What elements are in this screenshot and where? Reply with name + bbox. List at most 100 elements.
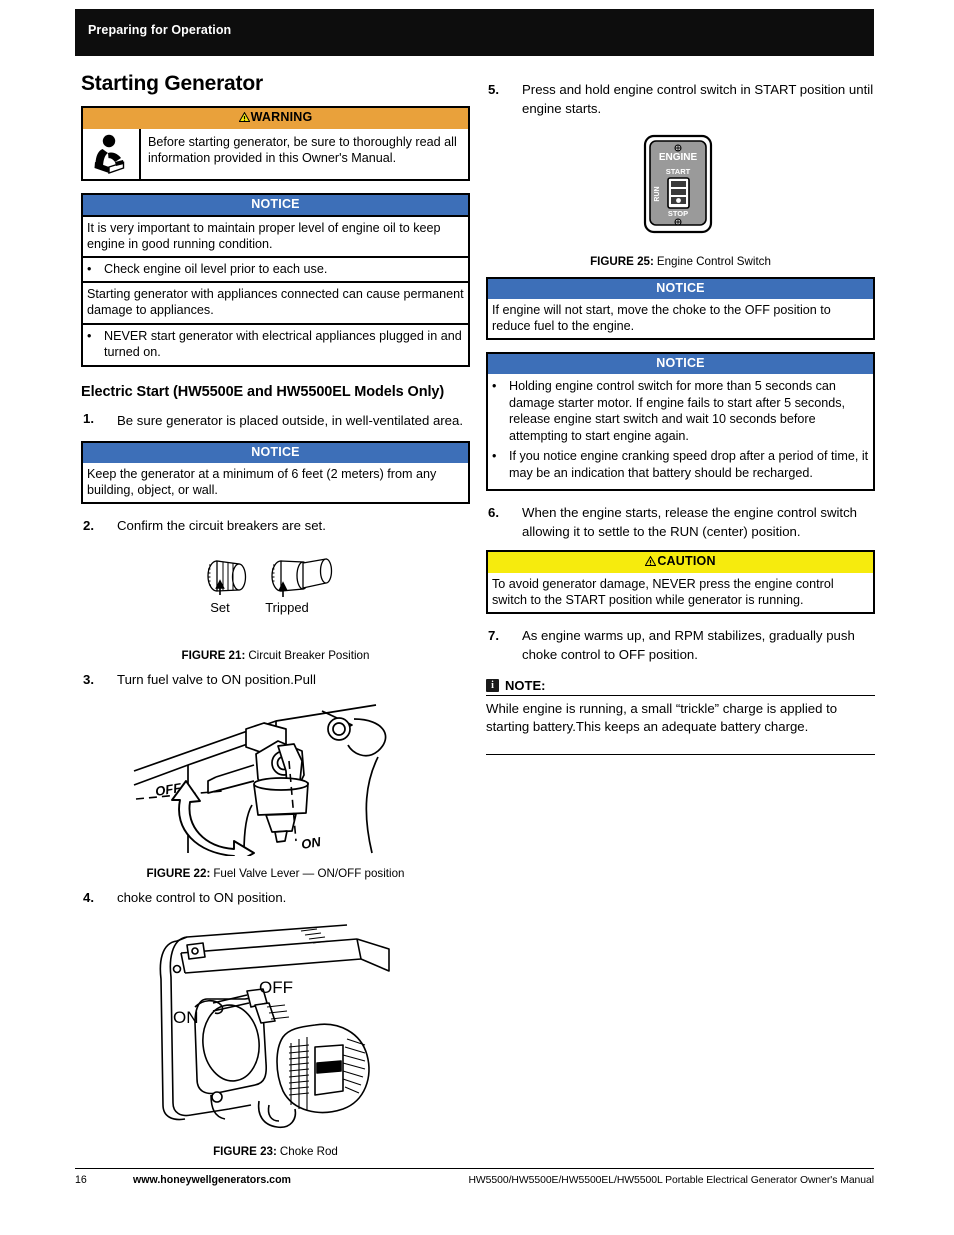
notice-oil-text-1: It is very important to maintain proper … <box>87 220 441 251</box>
footer-divider <box>75 1168 874 1169</box>
notice-holding-bullet-text-1: Holding engine control switch for more t… <box>509 379 846 443</box>
engine-control-switch-illustration: ENGINE START RUN STOP <box>643 135 712 234</box>
warning-label: WARNING <box>250 110 313 124</box>
figure-22-caption: FIGURE 22: Fuel Valve Lever — ON/OFF posi… <box>81 867 470 880</box>
notice-oil-bullet-text-2: NEVER start generator with electrical ap… <box>104 328 462 360</box>
step-7-number: 7. <box>488 627 499 643</box>
warning-box-header: WARNING <box>83 108 468 129</box>
warning-text: Before starting generator, be sure to th… <box>148 134 457 166</box>
notice-holding-header: NOTICE <box>488 354 873 374</box>
engine-stop-label: STOP <box>667 209 687 218</box>
info-icon: i <box>486 679 499 693</box>
figure-25: ENGINE START RUN STOP FIGURE 25: Engine C… <box>486 132 875 268</box>
bullet-marker: • <box>492 449 497 464</box>
figure-21-text: Circuit Breaker Position <box>248 648 370 662</box>
warning-triangle-icon <box>238 111 251 126</box>
page-header-bar: Preparing for Operation <box>75 9 874 56</box>
notice-oil-row: • NEVER start generator with electrical … <box>83 322 468 365</box>
breaker-tripped-label: Tripped <box>265 600 309 615</box>
fuel-valve-on-label: ON <box>300 834 322 852</box>
figure-25-text: Engine Control Switch <box>656 255 771 269</box>
step-3-text: Turn fuel valve to ON position.Pull <box>117 671 316 687</box>
bullet-marker: • <box>87 261 92 276</box>
page-title: Starting Generator <box>81 72 263 95</box>
step-2: 2. Confirm the circuit breakers are set. <box>81 516 470 535</box>
page-number: 16 <box>75 1174 87 1186</box>
figure-22-number: FIGURE 22: <box>146 866 211 880</box>
notice-oil-header: NOTICE <box>83 194 468 215</box>
engine-run-label: RUN <box>654 187 661 202</box>
page-header-title: Preparing for Operation <box>88 23 232 37</box>
step-4-text: choke control to ON position. <box>117 889 287 905</box>
figure-22-text: Fuel Valve Lever — ON/OFF position <box>213 866 405 880</box>
caution-box-header: CAUTION <box>488 551 873 573</box>
step-1: 1. Be sure generator is placed outside, … <box>81 409 470 432</box>
notice-holding-bullet-2: • If you notice engine cranking speed dr… <box>492 447 869 483</box>
right-column: 5. Press and hold engine control switch … <box>486 72 875 755</box>
warning-box: WARNING Before starting generator, be su… <box>81 106 470 181</box>
figure-25-caption: FIGURE 25: Engine Control Switch <box>486 255 875 268</box>
fuel-valve-illustration: OFF ON <box>133 703 386 865</box>
notice-oil-text-2: Starting generator with appliances conne… <box>87 287 464 318</box>
step-6-text: When the engine starts, release the engi… <box>522 504 858 539</box>
note-label: NOTE: <box>505 678 546 694</box>
page-footer: 16 www.honeywellgenerators.com HW5500/HW… <box>75 1168 874 1186</box>
choke-off-label: OFF <box>259 978 293 997</box>
step-5-number: 5. <box>488 82 499 97</box>
left-column: Starting Generator WARNING Before starti… <box>81 72 470 1164</box>
caution-box: CAUTION To avoid generator damage, NEVER… <box>486 549 875 614</box>
notice-holding-box: NOTICE • Holding engine control switch f… <box>486 352 875 491</box>
notice-oil-box: NOTICE It is very important to maintain … <box>81 192 470 367</box>
figure-23-number: FIGURE 23: <box>213 1144 277 1158</box>
warning-box-body: Before starting generator, be sure to th… <box>83 128 468 179</box>
breaker-set-label: Set <box>210 600 230 615</box>
notice-holding-bullet-1: • Holding engine control switch for more… <box>492 377 869 447</box>
engine-panel-title: ENGINE <box>658 152 697 163</box>
caution-text: To avoid generator damage, NEVER press t… <box>492 576 834 607</box>
figure-23-caption: FIGURE 23: Choke Rod <box>81 1145 470 1158</box>
figure-21-number: FIGURE 21: <box>181 648 246 662</box>
figure-25-number: FIGURE 25: <box>590 255 654 269</box>
bullet-marker: • <box>87 328 92 343</box>
notice-oil-bullet-text-1: Check engine oil level prior to each use… <box>104 261 328 276</box>
engine-start-label: START <box>665 167 690 176</box>
notice-choke-box: NOTICE If engine will not start, move th… <box>486 277 875 341</box>
notice-holding-bullet-text-2: If you notice engine cranking speed drop… <box>509 449 869 481</box>
caution-triangle-icon <box>644 555 657 570</box>
step-4: 4. choke control to ON position. <box>81 888 470 907</box>
step-1-number: 1. <box>83 411 94 427</box>
step-3-number: 3. <box>83 671 94 687</box>
notice-distance-box: NOTICE Keep the generator at a minimum o… <box>81 441 470 505</box>
step-6: 6. When the engine starts, release the e… <box>486 503 875 541</box>
bullet-marker: • <box>492 379 497 393</box>
figure-23-text: Choke Rod <box>279 1144 338 1158</box>
manual-page: Preparing for Operation Starting Generat… <box>0 0 954 1235</box>
subsection-title: Electric Start (HW5500E and HW5500EL Mod… <box>81 383 445 400</box>
footer-manual-title: HW5500/HW5500E/HW5500EL/HW5500L Portable… <box>468 1175 874 1186</box>
step-2-text: Confirm the circuit breakers are set. <box>117 518 326 534</box>
note-header: i NOTE: <box>486 678 875 697</box>
figure-21-caption: FIGURE 21: Circuit Breaker Position <box>81 649 470 662</box>
read-manual-icon <box>94 134 125 174</box>
warning-icon-cell <box>83 128 141 179</box>
figure-21: Set Tripped FIGURE 21: Circuit Breaker Po… <box>81 548 470 662</box>
step-1-text: Be sure generator is placed outside, in … <box>117 413 464 429</box>
notice-distance-header: NOTICE <box>83 443 468 464</box>
notice-oil-row: • Check engine oil level prior to each u… <box>83 255 468 282</box>
step-5: 5. Press and hold engine control switch … <box>486 80 875 118</box>
circuit-breaker-illustration: Set Tripped <box>206 557 332 615</box>
footer-website[interactable]: www.honeywellgenerators.com <box>133 1174 291 1186</box>
step-3: 3. Turn fuel valve to ON position.Pull <box>81 670 470 689</box>
notice-oil-bullet-1: • Check engine oil level prior to each u… <box>83 258 468 282</box>
caution-label: CAUTION <box>657 553 716 568</box>
notice-choke-header: NOTICE <box>488 279 873 300</box>
note-text: While engine is running, a small “trickl… <box>486 701 838 734</box>
notice-oil-row: It is very important to maintain proper … <box>83 214 468 256</box>
step-5-text: Press and hold engine control switch in … <box>522 82 874 117</box>
notice-distance-text: Keep the generator at a minimum of 6 fee… <box>87 467 437 498</box>
step-7: 7. As engine warms up, and RPM stabilize… <box>486 626 875 664</box>
step-6-number: 6. <box>488 504 499 520</box>
note-divider <box>486 753 875 755</box>
step-2-number: 2. <box>83 518 94 534</box>
notice-oil-row: Starting generator with appliances conne… <box>83 281 468 322</box>
